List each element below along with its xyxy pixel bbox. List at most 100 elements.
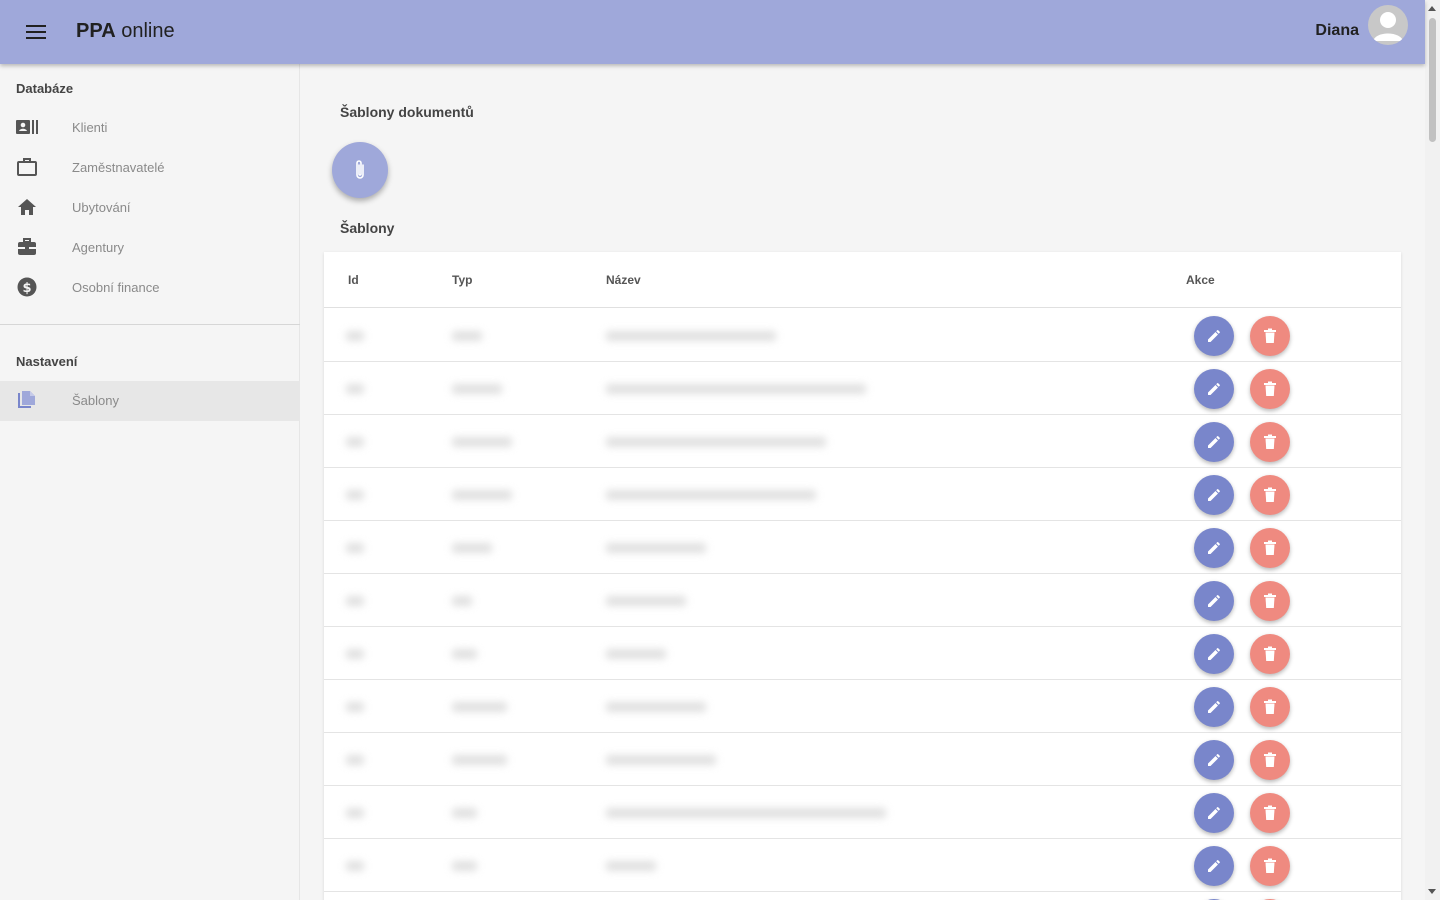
table-row[interactable] <box>324 309 1401 362</box>
sidebar-item-klienti[interactable]: Klienti <box>0 108 300 148</box>
pencil-icon <box>1206 593 1222 609</box>
pencil-icon <box>1206 752 1222 768</box>
edit-button[interactable] <box>1194 581 1234 621</box>
sidebar-item-agentury[interactable]: Agentury <box>0 228 300 268</box>
redacted-type <box>452 543 492 553</box>
pencil-icon <box>1206 858 1222 874</box>
delete-button[interactable] <box>1250 422 1290 462</box>
redacted-id <box>346 755 364 765</box>
trash-icon <box>1263 328 1277 344</box>
column-header-id[interactable]: Id <box>348 273 359 287</box>
avatar[interactable] <box>1368 5 1408 45</box>
redacted-type <box>452 649 477 659</box>
sidebar-item-label: Šablony <box>72 393 119 408</box>
redacted-name <box>606 702 706 712</box>
delete-button[interactable] <box>1250 793 1290 833</box>
scroll-up-arrow-icon[interactable] <box>1428 6 1436 11</box>
table-row[interactable] <box>324 892 1401 900</box>
dollar-circle-icon: $ <box>16 276 38 298</box>
delete-button[interactable] <box>1250 316 1290 356</box>
table-row[interactable] <box>324 733 1401 786</box>
pencil-icon <box>1206 487 1222 503</box>
redacted-id <box>346 543 364 553</box>
paperclip-icon <box>356 160 364 179</box>
redacted-id <box>346 649 364 659</box>
page-scrollbar[interactable] <box>1425 0 1440 900</box>
delete-button[interactable] <box>1250 740 1290 780</box>
redacted-id <box>346 331 364 341</box>
delete-button[interactable] <box>1250 846 1290 886</box>
table-row[interactable] <box>324 468 1401 521</box>
table-row[interactable] <box>324 521 1401 574</box>
redacted-id <box>346 861 364 871</box>
edit-button[interactable] <box>1194 369 1234 409</box>
table-row[interactable] <box>324 627 1401 680</box>
pencil-icon <box>1206 540 1222 556</box>
edit-button[interactable] <box>1194 528 1234 568</box>
page-title: Šablony dokumentů <box>340 104 474 120</box>
trash-icon <box>1263 699 1277 715</box>
column-header-name[interactable]: Název <box>606 273 641 287</box>
redacted-name <box>606 808 886 818</box>
pencil-icon <box>1206 699 1222 715</box>
redacted-name <box>606 596 686 606</box>
edit-button[interactable] <box>1194 475 1234 515</box>
sidebar-divider <box>0 324 300 325</box>
scroll-thumb[interactable] <box>1429 18 1436 142</box>
sidebar-item-label: Ubytování <box>72 200 131 215</box>
delete-button[interactable] <box>1250 475 1290 515</box>
trash-icon <box>1263 487 1277 503</box>
pencil-icon <box>1206 328 1222 344</box>
sidebar-item-label: Klienti <box>72 120 108 135</box>
redacted-type <box>452 808 477 818</box>
edit-button[interactable] <box>1194 793 1234 833</box>
sidebar-item-osobni-finance[interactable]: $ Osobní finance <box>0 268 300 308</box>
database-section-label: Databáze <box>16 81 74 96</box>
scroll-down-arrow-icon[interactable] <box>1428 889 1436 894</box>
menu-button[interactable] <box>16 12 56 52</box>
contact-card-icon <box>16 116 38 138</box>
table-row[interactable] <box>324 839 1401 892</box>
redacted-name <box>606 649 666 659</box>
redacted-type <box>452 755 507 765</box>
trash-icon <box>1263 646 1277 662</box>
table-row[interactable] <box>324 680 1401 733</box>
attach-template-button[interactable] <box>332 142 388 198</box>
sidebar-item-ubytovani[interactable]: Ubytování <box>0 188 300 228</box>
delete-button[interactable] <box>1250 369 1290 409</box>
delete-button[interactable] <box>1250 528 1290 568</box>
delete-button[interactable] <box>1250 687 1290 727</box>
edit-button[interactable] <box>1194 316 1234 356</box>
edit-button[interactable] <box>1194 634 1234 674</box>
column-header-actions: Akce <box>1186 273 1215 287</box>
table-row[interactable] <box>324 786 1401 839</box>
sidebar-item-zamestnavatele[interactable]: Zaměstnavatelé <box>0 148 300 188</box>
delete-button[interactable] <box>1250 581 1290 621</box>
column-header-type[interactable]: Typ <box>452 273 472 287</box>
delete-button[interactable] <box>1250 634 1290 674</box>
table-row[interactable] <box>324 574 1401 627</box>
edit-button[interactable] <box>1194 422 1234 462</box>
table-row[interactable] <box>324 415 1401 468</box>
redacted-name <box>606 331 776 341</box>
trash-icon <box>1263 752 1277 768</box>
sidebar-item-sablony[interactable]: Šablony <box>0 381 300 421</box>
table-header: Id Typ Název Akce <box>324 252 1401 308</box>
edit-button[interactable] <box>1194 740 1234 780</box>
trash-icon <box>1263 540 1277 556</box>
redacted-type <box>452 437 512 447</box>
edit-button[interactable] <box>1194 687 1234 727</box>
document-copy-icon <box>16 389 38 411</box>
redacted-name <box>606 490 816 500</box>
edit-button[interactable] <box>1194 846 1234 886</box>
table-row[interactable] <box>324 362 1401 415</box>
app-bar: PPA online Diana <box>0 0 1425 64</box>
hamburger-menu-icon <box>26 25 46 39</box>
redacted-type <box>452 702 507 712</box>
section-title: Šablony <box>340 220 395 236</box>
trash-icon <box>1263 593 1277 609</box>
redacted-id <box>346 384 364 394</box>
user-name[interactable]: Diana <box>1315 22 1359 40</box>
sidebar: Databáze Klienti Zaměstnavatelé Ubytován… <box>0 64 300 900</box>
home-icon <box>16 196 38 218</box>
